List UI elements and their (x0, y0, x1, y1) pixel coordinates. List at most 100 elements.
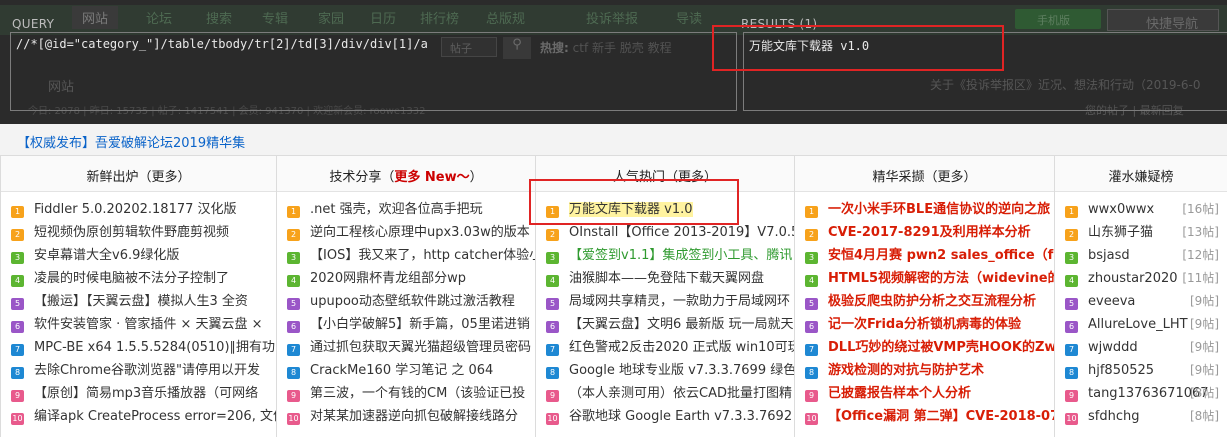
thread-link[interactable]: .net 强壳，欢迎各位高手把玩 (310, 202, 483, 217)
thread-link[interactable]: 极验反爬虫防护分析之交互流程分析 (828, 294, 1036, 309)
thread-link[interactable]: 第三波，一个有钱的CM（该验证已投 (310, 386, 525, 401)
thread-link[interactable]: 油猴脚本——免登陆下载天翼网盘 (569, 271, 764, 286)
rank-badge-icon: 10 (1065, 413, 1078, 425)
post-count: [11帖] (1182, 271, 1219, 285)
rank-badge-icon: 8 (287, 367, 300, 379)
thread-link[interactable]: Google 地球专业版 v7.3.3.7699 绿色便 (569, 363, 794, 378)
poster-list: 1 wwx0wwx [16帖] 2 山东狮子猫 [13帖] 3 bsjasd [12帖] 4 zho… (1055, 192, 1227, 428)
thread-link[interactable]: 【搬运】【天翼云盘】模拟人生3 全资 (34, 294, 248, 309)
dimmed-nav-tab: 网站 (72, 6, 119, 29)
poster-link[interactable]: bsjasd (1088, 248, 1130, 263)
dimmed-nav-tab: 总版规 (486, 12, 526, 27)
thread-link[interactable]: 通过抓包获取天翼光猫超级管理员密码 (310, 340, 531, 355)
query-input[interactable]: //*[@id="category_"]/table/tbody/tr[2]/t… (10, 32, 737, 111)
column-header[interactable]: 精华采撷（更多） (795, 156, 1054, 192)
thread-list: 1 一次小米手环BLE通信协议的逆向之旅 2 CVE-2017-8291及利用样本分析… (795, 192, 1054, 428)
rank-badge-icon: 1 (11, 206, 24, 218)
rank-badge-icon: 9 (287, 390, 300, 402)
thread-link[interactable]: 安卓幕谱大全v6.9绿化版 (34, 248, 179, 263)
thread-row: 8 Google 地球专业版 v7.3.3.7699 绿色便 (546, 359, 794, 382)
rank-badge-icon: 3 (1065, 252, 1078, 264)
thread-row: 4 凌晨的时候电脑被不法分子控制了 (11, 267, 276, 290)
dimmed-mobile-button: 手机版 (1015, 9, 1101, 29)
thread-row: 3 【爱签到v1.1】集成签到小工具、腾讯 (546, 244, 794, 267)
thread-link[interactable]: 记一次Frida分析锁机病毒的体验 (828, 317, 1021, 332)
thread-link[interactable]: 【爱签到v1.1】集成签到小工具、腾讯 (569, 248, 792, 263)
thread-link[interactable]: 对某某加速器逆向抓包破解接线路分 (310, 409, 518, 424)
rank-badge-icon: 7 (546, 344, 559, 356)
rank-badge-icon: 6 (805, 321, 818, 333)
dimmed-nav-tab: 导读 (676, 12, 703, 27)
thread-link[interactable]: 红色警戒2反击2020 正式版 win10可玩 (569, 340, 794, 355)
thread-link[interactable]: MPC-BE x64 1.5.5.5284(0510)∥拥有功 (34, 340, 275, 355)
rank-badge-icon: 10 (805, 413, 818, 425)
thread-link[interactable]: 【IOS】我又来了，http catcher体验小 (310, 248, 535, 263)
thread-link[interactable]: OInstall【Office 2013-2019】V7.0.5 汉 (569, 225, 794, 240)
column-header[interactable]: 技术分享（更多 New～） (277, 156, 535, 192)
post-count: [9帖] (1190, 363, 1219, 377)
thread-row: 6 软件安装管家 · 管家插件 × 天翼云盘 × (11, 313, 276, 336)
thread-row: 6 记一次Frida分析锁机病毒的体验 (805, 313, 1054, 336)
rank-badge-icon: 8 (546, 367, 559, 379)
column-header[interactable]: 新鲜出炉（更多） (1, 156, 276, 192)
thread-link[interactable]: 逆向工程核心原理中upx3.03w的版本 (310, 225, 530, 240)
thread-row: 1 .net 强壳，欢迎各位高手把玩 (287, 198, 535, 221)
thread-row: 3 安恒4月月赛 pwn2 sales_office（fast (805, 244, 1054, 267)
poster-row: 10 sfdhchg [8帖] (1065, 405, 1227, 428)
thread-link[interactable]: 已披露报告样本个人分析 (828, 386, 971, 401)
rank-badge-icon: 1 (287, 206, 300, 218)
section-title-link[interactable]: 【权威发布】吾爱破解论坛2019精华集 (17, 132, 245, 151)
thread-link[interactable]: DLL巧妙的绕过被VMP壳HOOK的ZwP (828, 340, 1054, 355)
thread-link[interactable]: 软件安装管家 · 管家插件 × 天翼云盘 × (34, 317, 263, 332)
thread-link[interactable]: 【天翼云盘】文明6 最新版 玩一局就天 (569, 317, 794, 332)
rank-badge-icon: 1 (805, 206, 818, 218)
poster-link[interactable]: hjf850525 (1088, 363, 1154, 378)
thread-list: 1 万能文库下载器 v1.0 2 OInstall【Office 2013-2019】… (536, 192, 794, 428)
poster-link[interactable]: eveeva (1088, 294, 1135, 309)
poster-row: 8 hjf850525 [9帖] (1065, 359, 1227, 382)
thread-link[interactable]: Fiddler 5.0.20202.18177 汉化版 (34, 202, 237, 217)
thread-link[interactable]: 局域网共享精灵，一款助力于局域网环 (569, 294, 790, 309)
column-header-text: 技术分享（ (329, 170, 395, 185)
rank-badge-icon: 5 (1065, 298, 1078, 310)
xpath-helper-panel: 网站 论坛 搜索 专辑 家园 日历 排行榜 总版规 投诉举报 导读 手机版 快捷… (0, 0, 1227, 124)
rank-badge-icon: 5 (805, 298, 818, 310)
result-highlight-box (712, 25, 1004, 71)
thread-row: 2 CVE-2017-8291及利用样本分析 (805, 221, 1054, 244)
thread-row: 9 已披露报告样本个人分析 (805, 382, 1054, 405)
thread-link[interactable]: 游戏检测的对抗与防护艺术 (828, 363, 984, 378)
poster-row: 4 zhoustar2020 [11帖] (1065, 267, 1227, 290)
thread-link[interactable]: upupoo动态壁纸软件跳过激活教程 (310, 294, 515, 309)
thread-link[interactable]: HTML5视频解密的方法（widevine的 (828, 271, 1054, 286)
column-more-link[interactable]: 更多 New～ (394, 170, 469, 185)
thread-link[interactable]: 【原创】简易mp3音乐播放器（可网络 (34, 386, 258, 401)
thread-link[interactable]: 安恒4月月赛 pwn2 sales_office（fast (828, 248, 1054, 263)
thread-link[interactable]: 谷歌地球 Google Earth v7.3.3.7692 专 (569, 409, 794, 424)
thread-link[interactable]: 凌晨的时候电脑被不法分子控制了 (34, 271, 229, 286)
poster-row: 9 tang13763671067 [8帖] (1065, 382, 1227, 405)
thread-row: 2 短视频伪原创剪辑软件野鹿剪视频 (11, 221, 276, 244)
rank-badge-icon: 10 (546, 413, 559, 425)
thread-link[interactable]: 短视频伪原创剪辑软件野鹿剪视频 (34, 225, 229, 240)
thread-link[interactable]: 2020网鼎杯青龙组部分wp (310, 271, 466, 286)
thread-link[interactable]: 去除Chrome谷歌浏览器"请停用以开发 (34, 363, 260, 378)
thread-link[interactable]: 编译apk CreateProcess error=206, 文件 (34, 409, 276, 424)
rank-badge-icon: 3 (11, 252, 24, 264)
thread-row: 5 局域网共享精灵，一款助力于局域网环 (546, 290, 794, 313)
thread-link[interactable]: 一次小米手环BLE通信协议的逆向之旅 (828, 202, 1050, 217)
poster-link[interactable]: wwx0wwx (1088, 202, 1154, 217)
poster-row: 6 AllureLove_LHT [9帖] (1065, 313, 1227, 336)
poster-link[interactable]: sfdhchg (1088, 409, 1139, 424)
thread-link[interactable]: CrackMe160 学习笔记 之 064 (310, 363, 493, 378)
thread-link[interactable]: CVE-2017-8291及利用样本分析 (828, 225, 1031, 240)
thread-link[interactable]: 【Office漏洞 第二弹】CVE-2018-079 (828, 409, 1054, 424)
poster-link[interactable]: wjwddd (1088, 340, 1138, 355)
rank-badge-icon: 4 (11, 275, 24, 287)
thread-row: 10 编译apk CreateProcess error=206, 文件 (11, 405, 276, 428)
rank-badge-icon: 5 (11, 298, 24, 310)
poster-link[interactable]: 山东狮子猫 (1088, 225, 1153, 240)
poster-link[interactable]: zhoustar2020 (1088, 271, 1178, 286)
poster-link[interactable]: AllureLove_LHT (1088, 317, 1188, 332)
thread-link[interactable]: 【小白学破解5】新手篇，05里诺进销 (310, 317, 530, 332)
thread-link[interactable]: （本人亲测可用）依云CAD批量打图精 (569, 386, 792, 401)
